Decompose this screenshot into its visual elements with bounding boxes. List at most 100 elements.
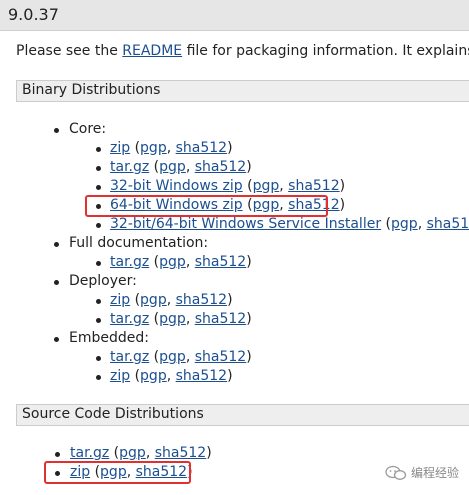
paren-close: )	[339, 197, 346, 213]
binary-item-pgp-link[interactable]: pgp	[140, 140, 167, 156]
item-bullet	[96, 299, 101, 304]
paren-close: )	[246, 254, 252, 270]
comma: ,	[166, 292, 176, 308]
binary-item-pgp-link[interactable]: pgp	[140, 292, 167, 308]
binary-item-download-link[interactable]: zip	[110, 292, 130, 308]
binary-item-download-link[interactable]: 32-bit/64-bit Windows Service Installer	[110, 216, 381, 232]
binary-item-row: zip (pgp, sha512)	[110, 291, 233, 310]
group-bullet	[54, 242, 59, 247]
paren-close: )	[227, 368, 233, 384]
binary-item-sha512-link[interactable]: sha512	[195, 254, 246, 270]
binary-item-download-link[interactable]: tar.gz	[110, 159, 149, 175]
intro-suffix: file for packaging information. It expla…	[186, 43, 469, 59]
binary-item-pgp-link[interactable]: pgp	[159, 349, 186, 365]
binary-item-download-link[interactable]: 32-bit Windows zip	[110, 178, 243, 194]
binary-item-row: 32-bit Windows zip (pgp, sha512)	[110, 177, 345, 196]
item-bullet	[96, 318, 101, 323]
group-label: Full documentation:	[69, 235, 209, 251]
item-bullet	[96, 185, 101, 190]
binary-item-row: 32-bit/64-bit Windows Service Installer …	[110, 215, 469, 234]
comma: ,	[279, 178, 289, 194]
version-header-bar: 9.0.37	[0, 0, 469, 31]
paren-open: (	[149, 159, 160, 175]
item-bullet	[96, 147, 101, 152]
paren-close: )	[227, 292, 233, 308]
binary-item-row: zip (pgp, sha512)	[110, 139, 233, 158]
paren-open: (	[130, 292, 141, 308]
item-bullet	[96, 166, 101, 171]
binary-item-pgp-link[interactable]: pgp	[159, 254, 186, 270]
group-bullet	[54, 337, 59, 342]
binary-item-row: tar.gz (pgp, sha512)	[110, 253, 252, 272]
binary-item-download-link[interactable]: zip	[110, 368, 130, 384]
paren-close: )	[246, 311, 252, 327]
comma: ,	[166, 368, 176, 384]
comma: ,	[166, 140, 176, 156]
binary-item-sha512-link[interactable]: sha512	[176, 368, 227, 384]
wechat-icon	[385, 465, 407, 480]
readme-link[interactable]: README	[122, 43, 182, 59]
paren-open: (	[149, 254, 160, 270]
watermark: 编程经验	[385, 464, 459, 481]
source-distributions-header: Source Code Distributions	[16, 404, 469, 426]
group-bullet	[54, 128, 59, 133]
comma: ,	[417, 216, 427, 232]
source-distributions-title: Source Code Distributions	[22, 406, 204, 422]
highlight-box-source-zip	[44, 461, 191, 484]
watermark-text: 编程经验	[410, 466, 459, 480]
paren-close: )	[339, 178, 346, 194]
group-bullet	[54, 280, 59, 285]
binary-item-download-link[interactable]: tar.gz	[110, 311, 149, 327]
group-label: Deployer:	[69, 273, 137, 289]
binary-item-row: tar.gz (pgp, sha512)	[110, 348, 252, 367]
source-item-pgp-link[interactable]: pgp	[119, 445, 146, 461]
binary-item-download-link[interactable]: tar.gz	[110, 349, 149, 365]
comma: ,	[185, 159, 195, 175]
paren-open: (	[130, 368, 141, 384]
paren-close: )	[246, 159, 252, 175]
binary-item-pgp-link[interactable]: pgp	[253, 178, 280, 194]
comma: ,	[185, 349, 195, 365]
binary-item-pgp-link[interactable]: pgp	[159, 311, 186, 327]
binary-item-sha512-link[interactable]: sha512	[288, 178, 339, 194]
binary-distributions-header: Binary Distributions	[16, 80, 469, 102]
paren-open: (	[130, 140, 141, 156]
binary-item-sha512-link[interactable]: sha512	[195, 349, 246, 365]
binary-item-sha512-link[interactable]: sha512	[176, 292, 227, 308]
version-title: 9.0.37	[8, 5, 59, 24]
intro-text: Please see the README file for packaging…	[16, 43, 469, 59]
group-label: Embedded:	[69, 330, 149, 346]
comma: ,	[185, 254, 195, 270]
paren-open: (	[109, 445, 120, 461]
binary-item-download-link[interactable]: zip	[110, 140, 130, 156]
binary-item-sha512-link[interactable]: sha512	[427, 216, 469, 232]
binary-item-sha512-link[interactable]: sha512	[176, 140, 227, 156]
paren-open: (	[149, 349, 160, 365]
binary-item-download-link[interactable]: tar.gz	[110, 254, 149, 270]
binary-item-row: zip (pgp, sha512)	[110, 367, 233, 386]
paren-open: (	[149, 311, 160, 327]
paren-open: (	[381, 216, 392, 232]
paren-close: )	[206, 445, 212, 461]
comma: ,	[185, 311, 195, 327]
binary-item-pgp-link[interactable]: pgp	[140, 368, 167, 384]
source-bullet	[55, 452, 60, 457]
item-bullet	[96, 375, 101, 380]
binary-distributions-title: Binary Distributions	[22, 82, 161, 98]
binary-item-sha512-link[interactable]: sha512	[195, 159, 246, 175]
intro-prefix: Please see the	[16, 43, 123, 59]
item-bullet	[96, 356, 101, 361]
comma: ,	[145, 445, 155, 461]
binary-item-sha512-link[interactable]: sha512	[195, 311, 246, 327]
binary-item-pgp-link[interactable]: pgp	[391, 216, 418, 232]
item-bullet	[96, 223, 101, 228]
page: 9.0.37 Please see the README file for pa…	[0, 0, 469, 495]
source-item-sha512-link[interactable]: sha512	[155, 445, 206, 461]
binary-item-pgp-link[interactable]: pgp	[159, 159, 186, 175]
source-item-download-link[interactable]: tar.gz	[70, 445, 109, 461]
paren-open: (	[242, 178, 253, 194]
highlight-box-64bit-windows-zip	[85, 195, 328, 217]
paren-close: )	[227, 140, 233, 156]
paren-close: )	[246, 349, 252, 365]
group-label: Core:	[69, 121, 107, 137]
